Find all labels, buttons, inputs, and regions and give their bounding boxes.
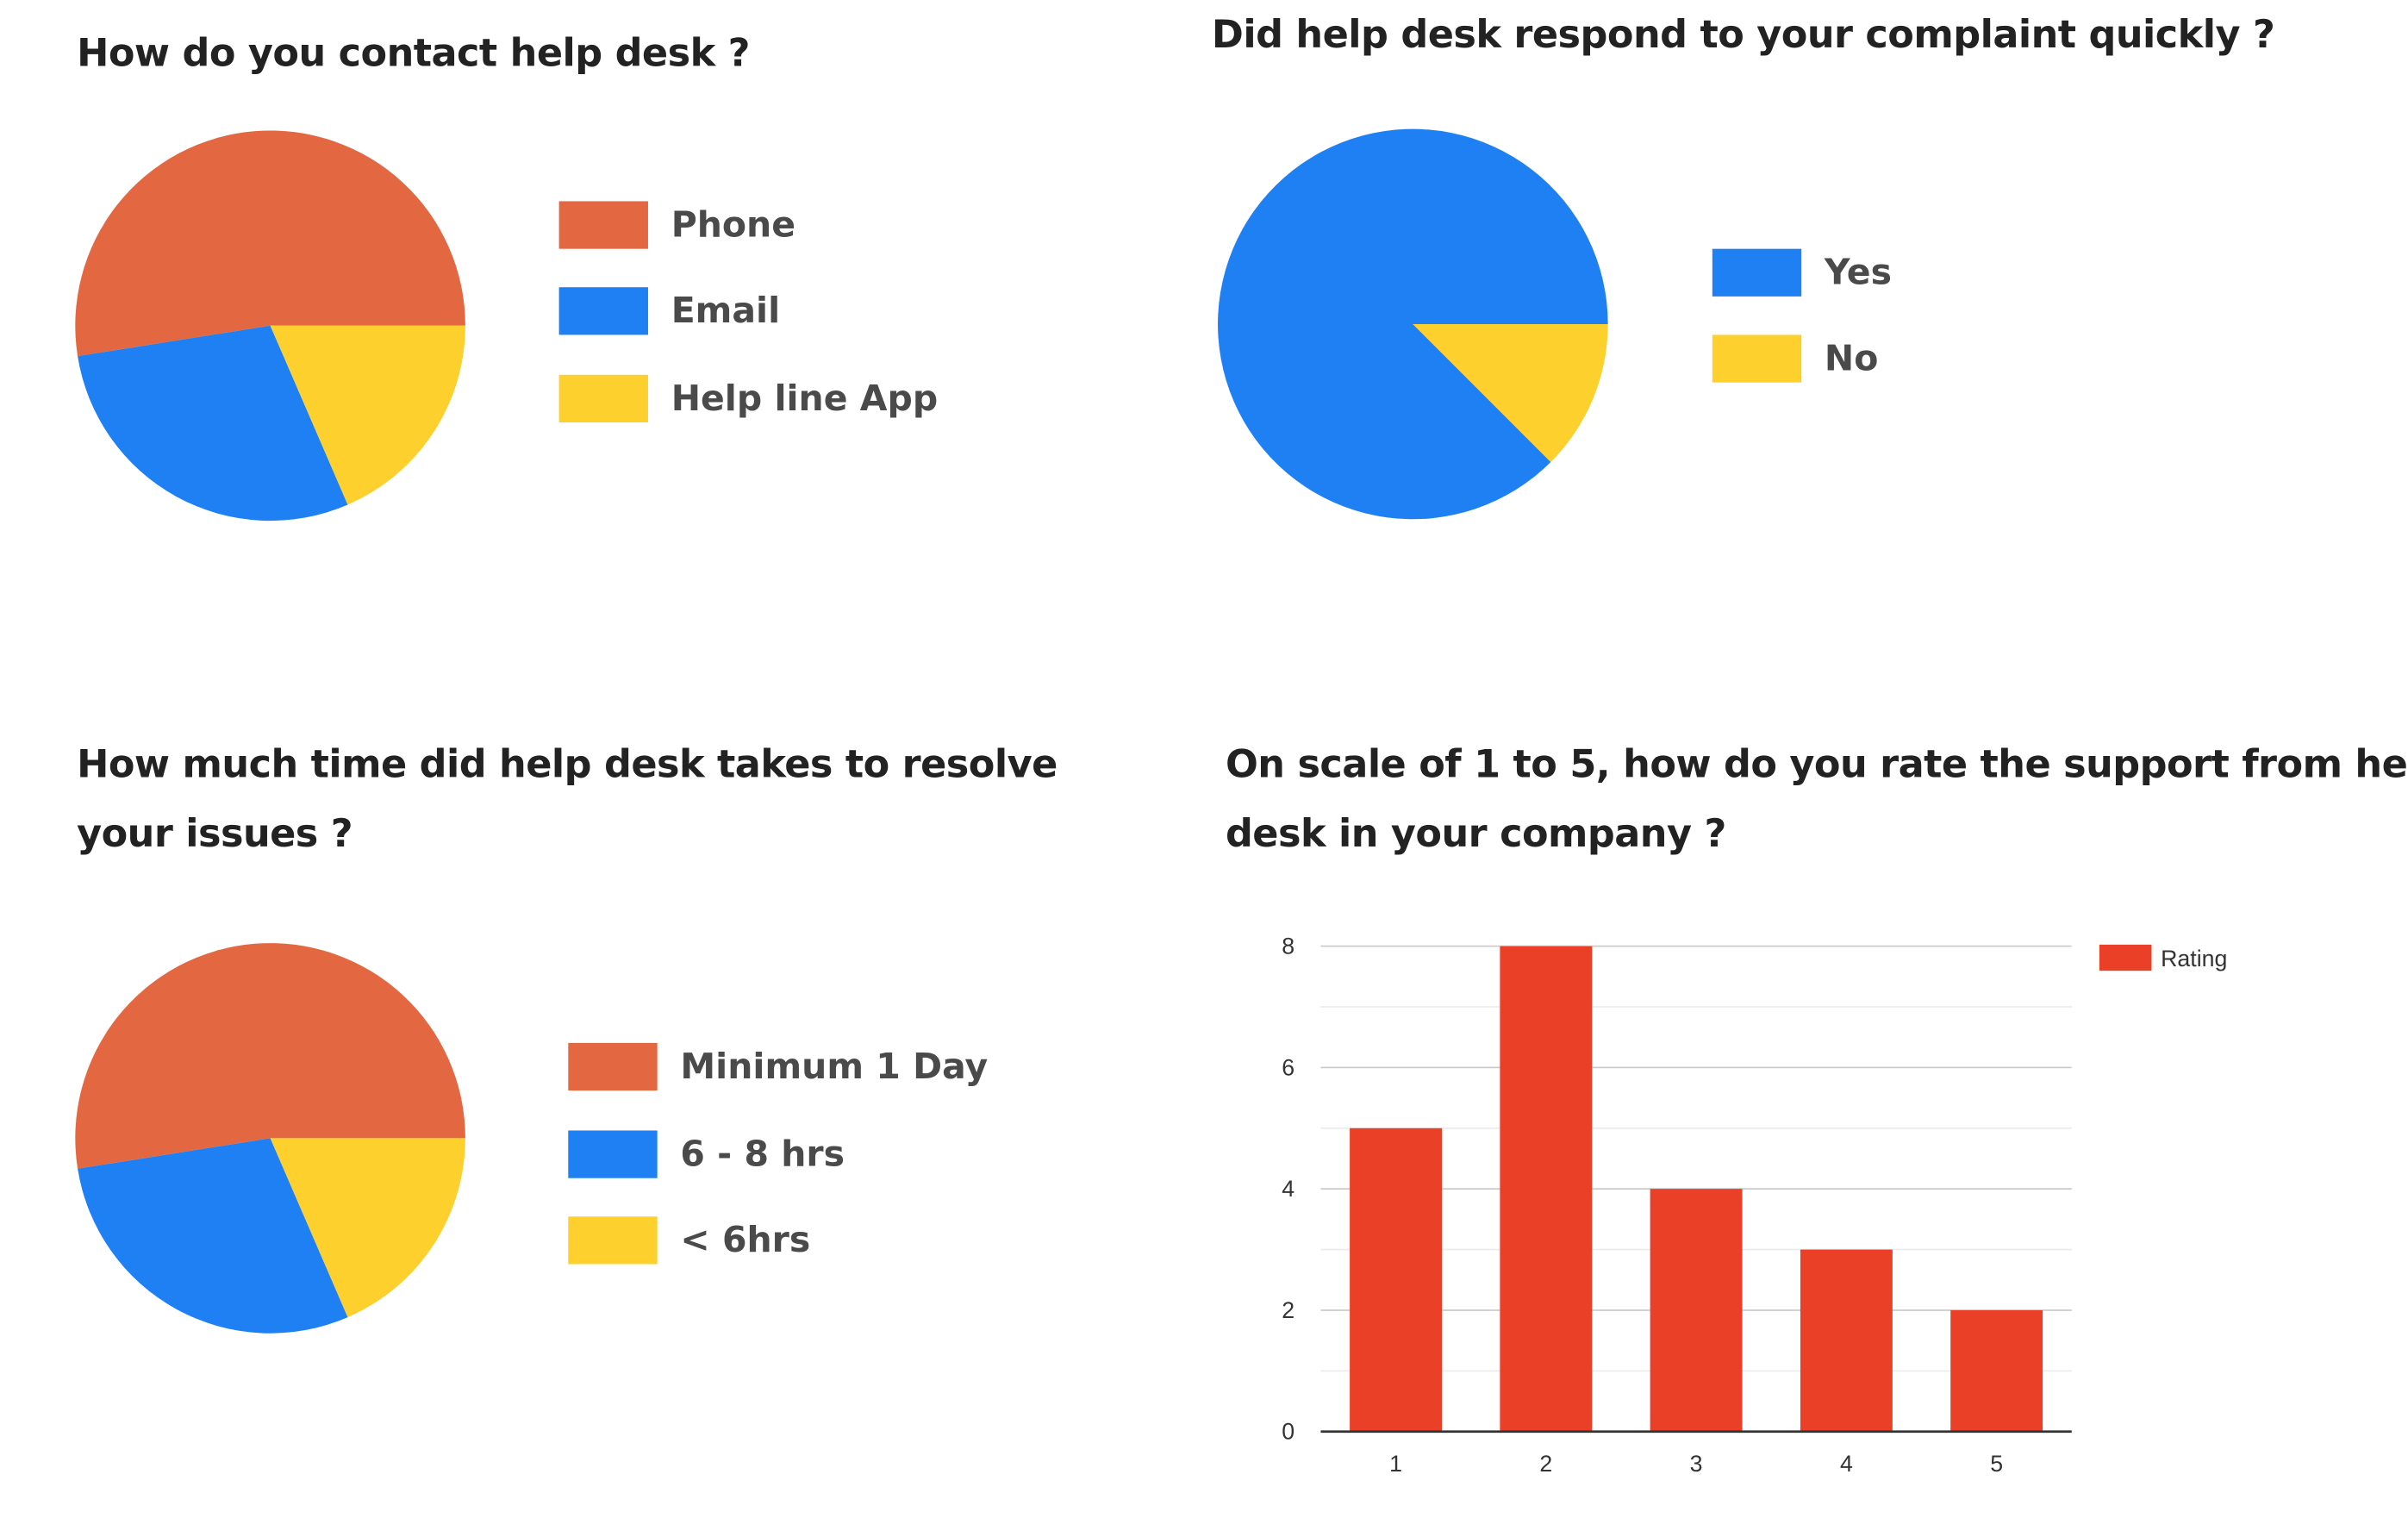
x-tick-label: 4 xyxy=(1840,1451,1853,1477)
y-tick-label: 0 xyxy=(1282,1419,1294,1445)
pie-contact-method xyxy=(75,130,465,522)
legend-swatch-rating xyxy=(2099,944,2152,971)
x-tick-label: 5 xyxy=(1990,1451,2003,1477)
survey-dashboard: How do you contact help desk ? Did help … xyxy=(0,0,2408,1518)
charts-canvas: 0 2 4 6 8 1 2 3 4 5 Rating xyxy=(75,128,2227,1477)
y-tick-label: 2 xyxy=(1282,1297,1294,1323)
y-tick-label: 6 xyxy=(1282,1054,1294,1080)
bar-rating-5 xyxy=(1950,1309,2043,1432)
y-tick-label: 4 xyxy=(1282,1176,1294,1202)
bar-chart-rating: 0 2 4 6 8 1 2 3 4 5 Rating xyxy=(1282,934,2227,1477)
pie-resolution-time xyxy=(75,943,465,1334)
bar-rating-1 xyxy=(1350,1128,1443,1432)
legend-label-rating: Rating xyxy=(2161,946,2227,971)
y-tick-label: 8 xyxy=(1282,934,1294,959)
bar-rating-3 xyxy=(1650,1189,1743,1432)
x-tick-label: 3 xyxy=(1690,1451,1703,1477)
x-tick-label: 2 xyxy=(1539,1451,1552,1477)
bar-rating-4 xyxy=(1800,1249,1893,1432)
bar-rating-2 xyxy=(1500,946,1593,1432)
pie-slice-phone xyxy=(75,130,465,357)
pie-quick-response xyxy=(1218,128,1608,520)
pie-slice-minimum-1-day xyxy=(75,943,465,1169)
x-tick-label: 1 xyxy=(1389,1451,1402,1477)
